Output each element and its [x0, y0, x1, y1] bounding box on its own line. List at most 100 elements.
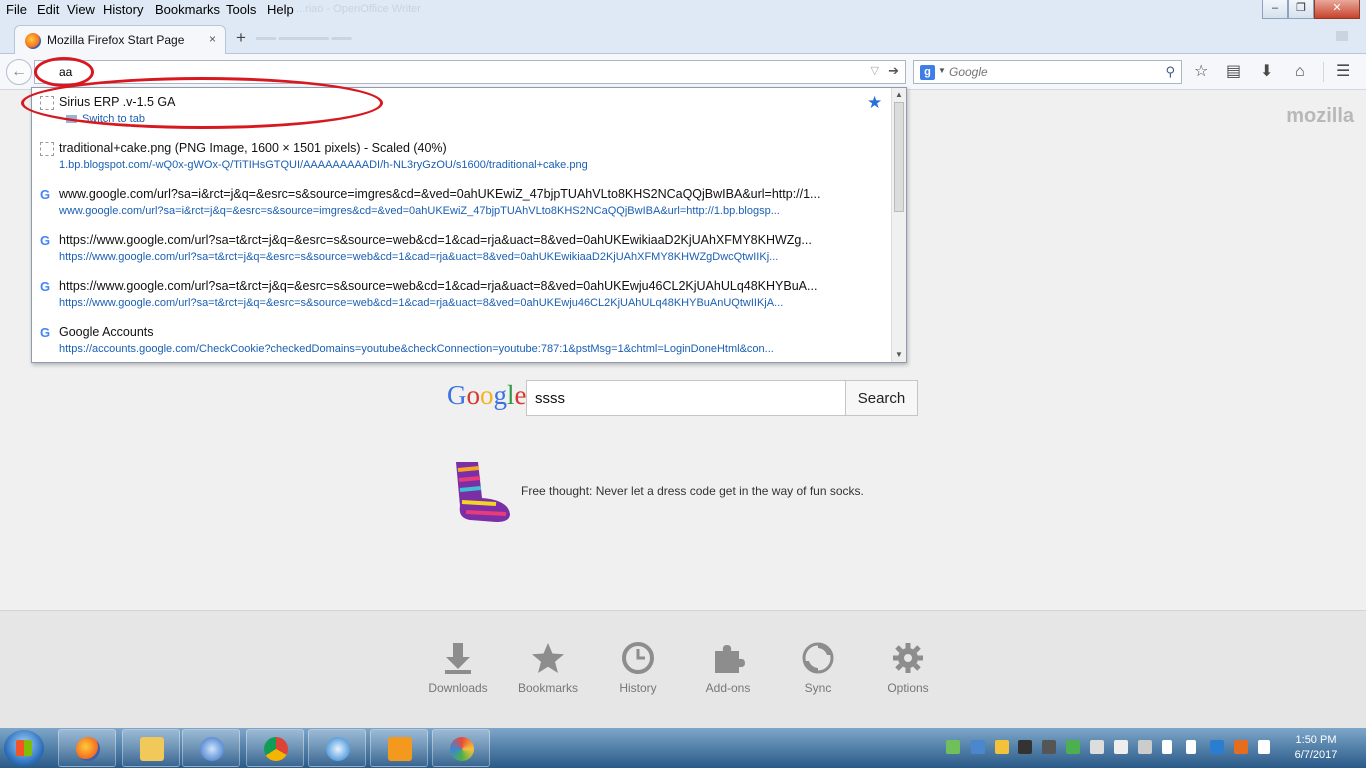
launcher-label: History [619, 681, 657, 695]
taskbar-thunderbird[interactable] [182, 729, 240, 767]
search-bar[interactable]: g ▼ ⚲ [913, 60, 1182, 84]
gear-icon [893, 643, 923, 673]
search-input[interactable] [949, 65, 1149, 79]
go-arrow-icon[interactable]: ➔ [888, 63, 899, 79]
menu-bookmarks[interactable]: Bookmarks [155, 2, 220, 17]
menu-tools[interactable]: Tools [226, 2, 256, 17]
launcher-history[interactable]: History [598, 641, 678, 695]
downloads-icon[interactable]: ⬇ [1260, 64, 1273, 80]
tray-flag-icon[interactable] [1186, 740, 1196, 754]
autocomplete-title: https://www.google.com/url?sa=t&rct=j&q=… [59, 233, 812, 247]
launcher-label: Options [887, 681, 929, 695]
taskbar-clock[interactable]: 1:50 PM 6/7/2017 [1284, 733, 1348, 763]
free-thought-snippet: Free thought: Never let a dress code get… [521, 484, 864, 498]
tray-language-icon[interactable] [1210, 740, 1224, 754]
launcher-label: Bookmarks [517, 681, 579, 695]
launcher-options[interactable]: Options [868, 641, 948, 695]
minimize-button[interactable]: – [1262, 0, 1288, 19]
scroll-up-icon[interactable]: ▲ [895, 90, 903, 99]
home-icon[interactable]: ⌂ [1295, 64, 1305, 80]
autocomplete-row[interactable]: traditional+cake.png (PNG Image, 1600 × … [32, 134, 892, 180]
tray-gear-icon[interactable] [1018, 740, 1032, 754]
launcher-label: Add-ons [705, 681, 751, 695]
taskbar-explorer[interactable] [122, 729, 180, 767]
autocomplete-row[interactable]: G https://www.google.com/url?sa=t&rct=j&… [32, 226, 892, 272]
bookmark-star-icon[interactable]: ☆ [1194, 64, 1208, 80]
menu-edit[interactable]: Edit [37, 2, 59, 17]
launcher-sync[interactable]: Sync [778, 641, 858, 695]
autocomplete-title: traditional+cake.png (PNG Image, 1600 × … [59, 141, 447, 155]
autocomplete-url: www.google.com/url?sa=i&rct=j&q=&esrc=s&… [59, 205, 780, 217]
firefox-icon [76, 737, 100, 761]
maximize-button[interactable]: ❐ [1288, 0, 1314, 19]
history-dropdown-icon[interactable]: ▽ [871, 64, 879, 77]
tray-tool-icon[interactable] [1042, 740, 1056, 754]
back-button[interactable]: ← [6, 59, 32, 85]
engine-dropdown-icon[interactable]: ▼ [938, 66, 946, 75]
tab-firefox-start[interactable]: Mozilla Firefox Start Page × [14, 25, 226, 54]
menu-file[interactable]: File [6, 2, 27, 17]
star-icon [532, 643, 564, 673]
autocomplete-title: https://www.google.com/url?sa=t&rct=j&q=… [59, 279, 818, 293]
autocomplete-row[interactable]: G https://www.google.com/url?sa=t&rct=j&… [32, 272, 892, 318]
autocomplete-title: Google Accounts [59, 325, 154, 339]
scroll-thumb[interactable] [894, 102, 904, 212]
tray-mail-icon[interactable] [946, 740, 960, 754]
tray-drive-icon[interactable] [995, 740, 1009, 754]
taskbar-openoffice[interactable] [308, 729, 366, 767]
taskbar-chrome[interactable] [246, 729, 304, 767]
tray-app2-icon[interactable] [1234, 740, 1248, 754]
taskbar-pdf[interactable] [370, 729, 428, 767]
launcher-bookmarks[interactable]: Bookmarks [508, 641, 588, 695]
taskbar-paint[interactable] [432, 729, 490, 767]
tray-app-icon[interactable] [971, 740, 985, 754]
annotation-ellipse-first-result [21, 77, 383, 129]
bookmarks-menu-icon[interactable]: ▤ [1226, 64, 1241, 80]
google-search-button[interactable]: Search [845, 380, 918, 416]
google-favicon-icon: G [40, 279, 51, 294]
sock-icon [456, 462, 510, 522]
google-engine-icon[interactable]: g [920, 65, 935, 80]
firefox-favicon-icon [25, 33, 41, 49]
clock-date: 6/7/2017 [1294, 749, 1338, 761]
google-logo: Google [447, 380, 527, 410]
tray-device-icon[interactable] [1114, 740, 1128, 754]
tray-volume-icon[interactable] [1162, 740, 1172, 754]
close-window-button[interactable]: ✕ [1314, 0, 1360, 19]
autocomplete-title: www.google.com/url?sa=i&rct=j&q=&esrc=s&… [59, 187, 821, 201]
autocomplete-url: https://www.google.com/url?sa=t&rct=j&q=… [59, 297, 784, 309]
tray-usb-icon[interactable] [1138, 740, 1152, 754]
taskbar-firefox[interactable] [58, 729, 116, 767]
bookmarked-star-icon: ★ [867, 93, 883, 112]
google-favicon-icon: G [40, 325, 51, 340]
tab-close-icon[interactable]: × [209, 32, 216, 46]
autocomplete-row[interactable]: G Google Accounts https://accounts.googl… [32, 318, 892, 362]
google-search-field[interactable] [526, 380, 846, 416]
hamburger-menu-icon[interactable]: ☰ [1336, 64, 1350, 80]
tray-network-app-icon[interactable] [1066, 740, 1080, 754]
menu-help[interactable]: Help [267, 2, 294, 17]
openoffice-icon [326, 737, 350, 761]
pdf-icon [388, 737, 412, 761]
menu-history[interactable]: History [103, 2, 143, 17]
google-search-input[interactable] [535, 390, 835, 407]
menu-view[interactable]: View [67, 2, 95, 17]
clock-time: 1:50 PM [1295, 734, 1337, 746]
tray-monitor-icon[interactable] [1090, 740, 1104, 754]
launcher-downloads[interactable]: Downloads [418, 641, 498, 695]
launcher-addons[interactable]: Add-ons [688, 641, 768, 695]
background-window-title: ...riao - OpenOffice Writer [296, 3, 421, 15]
search-magnifier-icon[interactable]: ⚲ [1165, 64, 1175, 80]
new-tab-button[interactable]: + [236, 28, 246, 48]
tray-signal-icon[interactable] [1258, 740, 1270, 754]
popup-scrollbar[interactable]: ▲ ▼ [891, 88, 906, 362]
autocomplete-row[interactable]: G www.google.com/url?sa=i&rct=j&q=&esrc=… [32, 180, 892, 226]
paint-icon [450, 737, 474, 761]
windows-taskbar: 1:50 PM 6/7/2017 [0, 728, 1366, 768]
tab-groups-icon[interactable] [1336, 31, 1348, 41]
start-button[interactable] [4, 730, 44, 766]
sync-icon [802, 642, 834, 674]
scroll-down-icon[interactable]: ▼ [895, 350, 903, 359]
puzzle-icon [715, 645, 745, 673]
background-window-strip: ▬▬ ▬▬▬▬▬ ▬▬ [256, 32, 352, 43]
